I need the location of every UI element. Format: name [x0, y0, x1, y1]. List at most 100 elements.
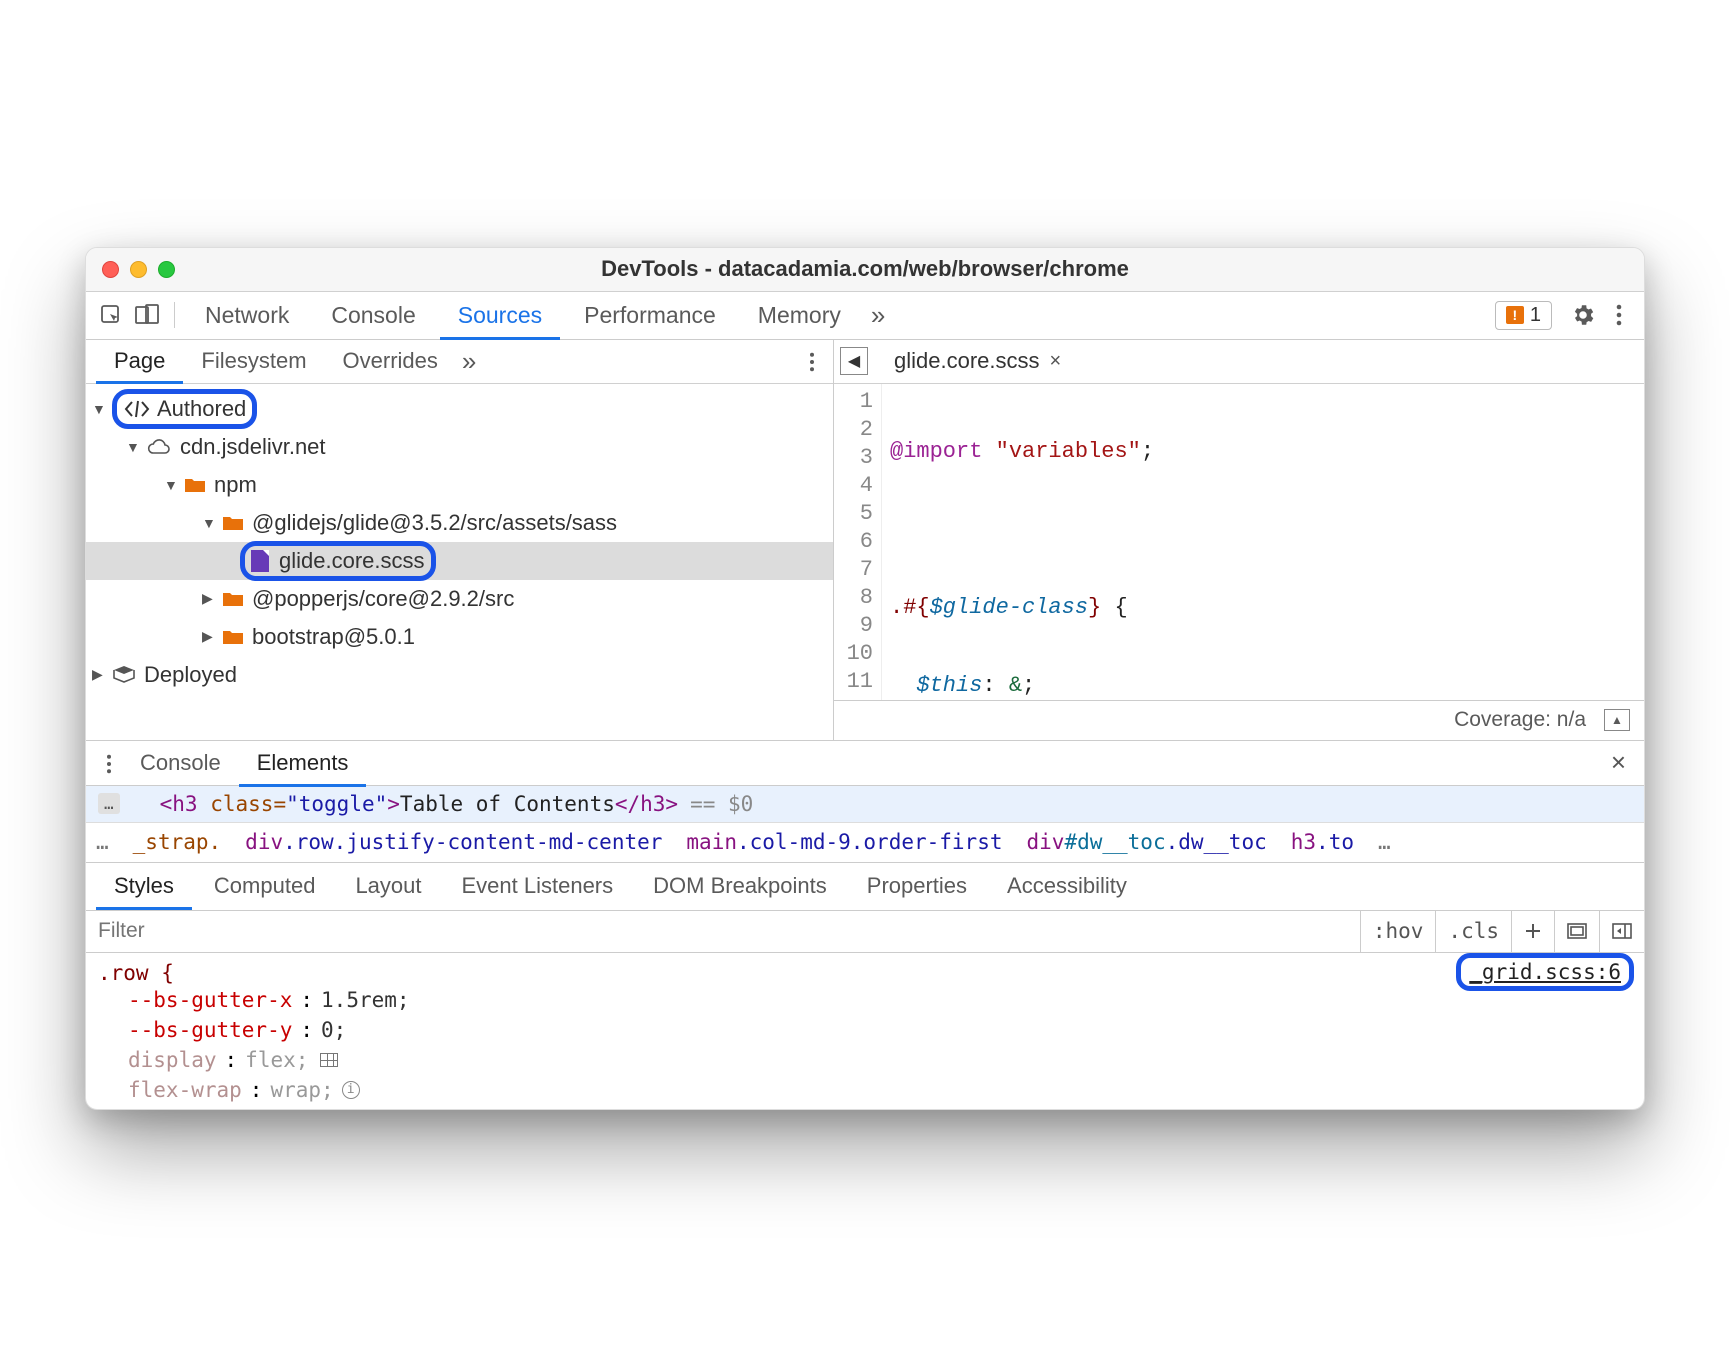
glide-folder-label: @glidejs/glide@3.5.2/src/assets/sass: [252, 510, 617, 536]
deployed-label: Deployed: [144, 662, 237, 688]
disclosure-icon[interactable]: ▶: [92, 666, 108, 683]
tab-memory[interactable]: Memory: [740, 294, 859, 337]
editor-tab-glide[interactable]: glide.core.scss ×: [882, 342, 1073, 380]
highlight-source-link: _grid.scss:6: [1456, 953, 1634, 991]
styles-filter-input[interactable]: [86, 919, 1360, 943]
tree-cdn[interactable]: ▼ cdn.jsdelivr.net: [86, 428, 833, 466]
maximize-button[interactable]: [158, 261, 175, 278]
breadcrumb-ellipsis[interactable]: …: [96, 830, 109, 854]
tree-npm[interactable]: ▼ npm: [86, 466, 833, 504]
disclosure-icon[interactable]: ▼: [92, 401, 108, 417]
drawer-tab-elements[interactable]: Elements: [239, 742, 367, 787]
highlight-authored: Authored: [112, 389, 257, 429]
code-editor[interactable]: 12 34 56 78 910 11 @import "variables"; …: [834, 384, 1644, 700]
drawer-tab-console[interactable]: Console: [122, 742, 239, 784]
info-icon[interactable]: i: [342, 1081, 360, 1099]
tab-event-listeners[interactable]: Event Listeners: [444, 865, 632, 907]
tree-bootstrap-folder[interactable]: ▶ bootstrap@5.0.1: [86, 618, 833, 656]
tab-overrides[interactable]: Overrides: [325, 341, 456, 381]
tree-deployed[interactable]: ▶ Deployed: [86, 656, 833, 694]
tree-authored[interactable]: ▼ Authored: [86, 390, 833, 428]
tab-accessibility[interactable]: Accessibility: [989, 865, 1145, 907]
kebab-menu-icon[interactable]: [1604, 300, 1634, 330]
tab-console[interactable]: Console: [313, 294, 433, 337]
disclosure-icon[interactable]: ▶: [202, 590, 218, 607]
disclosure-icon[interactable]: ▼: [164, 477, 180, 493]
tab-dom-breakpoints[interactable]: DOM Breakpoints: [635, 865, 845, 907]
bootstrap-folder-label: bootstrap@5.0.1: [252, 624, 415, 650]
disclosure-icon[interactable]: ▶: [202, 628, 218, 645]
tab-page[interactable]: Page: [96, 341, 183, 384]
dom-breadcrumbs[interactable]: … _strap. div.row.justify-content-md-cen…: [86, 823, 1644, 863]
folder-icon: [222, 628, 244, 646]
tree-popper-folder[interactable]: ▶ @popperjs/core@2.9.2/src: [86, 580, 833, 618]
drawer-menu-icon[interactable]: [96, 750, 122, 776]
editor-nav-icon[interactable]: ◀: [840, 347, 868, 375]
cls-toggle[interactable]: .cls: [1435, 911, 1511, 952]
styles-filter-bar: :hov .cls: [86, 911, 1644, 953]
coverage-bar: Coverage: n/a ▲: [834, 700, 1644, 740]
minimize-button[interactable]: [130, 261, 147, 278]
window-title: DevTools - datacadamia.com/web/browser/c…: [86, 256, 1644, 282]
styles-rule[interactable]: _grid.scss:6 .row { --bs-gutter-x: 1.5re…: [86, 953, 1644, 1109]
glide-file-label: glide.core.scss: [279, 548, 425, 574]
navigator-menu-icon[interactable]: [801, 347, 823, 375]
scss-file-icon: [251, 550, 269, 572]
titlebar: DevTools - datacadamia.com/web/browser/c…: [86, 248, 1644, 292]
drawer-close-icon[interactable]: ×: [1603, 747, 1634, 778]
new-style-rule-icon[interactable]: [1511, 911, 1554, 952]
tree-glide-folder[interactable]: ▼ @glidejs/glide@3.5.2/src/assets/sass: [86, 504, 833, 542]
cloud-icon: [146, 438, 172, 456]
settings-icon[interactable]: [1568, 300, 1598, 330]
tab-performance[interactable]: Performance: [566, 294, 734, 337]
disclosure-icon[interactable]: ▼: [202, 515, 218, 531]
editor-tabs: ◀ glide.core.scss ×: [834, 340, 1644, 384]
code-content[interactable]: @import "variables"; .#{$glide-class} { …: [882, 384, 1644, 700]
editor-tab-label: glide.core.scss: [894, 348, 1040, 374]
computed-styles-icon[interactable]: [1554, 911, 1599, 952]
window-controls: [102, 261, 175, 278]
more-tabs-icon[interactable]: »: [865, 300, 891, 331]
tab-layout[interactable]: Layout: [337, 865, 439, 907]
close-tab-icon[interactable]: ×: [1050, 350, 1062, 373]
inspect-icon[interactable]: [96, 300, 126, 330]
drawer-tabs: Console Elements ×: [86, 740, 1644, 786]
warnings-badge[interactable]: ! 1: [1495, 301, 1552, 330]
elements-subtabs: Styles Computed Layout Event Listeners D…: [86, 863, 1644, 911]
breadcrumb-item[interactable]: h3.to: [1291, 830, 1354, 854]
close-button[interactable]: [102, 261, 119, 278]
coverage-label: Coverage: n/a: [1454, 708, 1586, 732]
hov-toggle[interactable]: :hov: [1360, 911, 1436, 952]
dom-ellipsis-icon[interactable]: …: [98, 793, 120, 814]
tab-sources[interactable]: Sources: [440, 294, 560, 340]
highlight-file: glide.core.scss: [240, 541, 436, 581]
dom-selected-line[interactable]: … <h3 class = "toggle" > Table of Conten…: [86, 786, 1644, 823]
devtools-window: DevTools - datacadamia.com/web/browser/c…: [85, 247, 1645, 1110]
breadcrumb-item[interactable]: div#dw__toc.dw__toc: [1027, 830, 1267, 854]
breadcrumb-ellipsis[interactable]: …: [1378, 830, 1391, 854]
folder-icon: [222, 590, 244, 608]
rule-source-link[interactable]: _grid.scss:6: [1469, 960, 1621, 984]
tab-filesystem[interactable]: Filesystem: [183, 341, 324, 381]
more-navigator-tabs-icon[interactable]: »: [456, 346, 482, 377]
tab-styles[interactable]: Styles: [96, 865, 192, 910]
tab-properties[interactable]: Properties: [849, 865, 985, 907]
disclosure-icon[interactable]: ▼: [126, 439, 142, 455]
tab-computed[interactable]: Computed: [196, 865, 334, 907]
sidebar-toggle-icon[interactable]: [1599, 911, 1644, 952]
tree-glide-file[interactable]: glide.core.scss: [86, 542, 833, 580]
breadcrumb-item[interactable]: main.col-md-9.order-first: [686, 830, 1002, 854]
code-icon: [123, 399, 151, 419]
warning-count: 1: [1530, 304, 1541, 327]
cdn-label: cdn.jsdelivr.net: [180, 434, 326, 460]
popper-folder-label: @popperjs/core@2.9.2/src: [252, 586, 514, 612]
navigator-pane: Page Filesystem Overrides » ▼ Authored: [86, 340, 834, 740]
breadcrumb-item[interactable]: div.row.justify-content-md-center: [245, 830, 662, 854]
coverage-toggle-icon[interactable]: ▲: [1604, 709, 1630, 731]
tab-network[interactable]: Network: [187, 294, 307, 337]
folder-icon: [184, 476, 206, 494]
flex-badge-icon[interactable]: [320, 1053, 338, 1067]
device-toggle-icon[interactable]: [132, 300, 162, 330]
navigator-tabs: Page Filesystem Overrides »: [86, 340, 833, 384]
folder-icon: [222, 514, 244, 532]
